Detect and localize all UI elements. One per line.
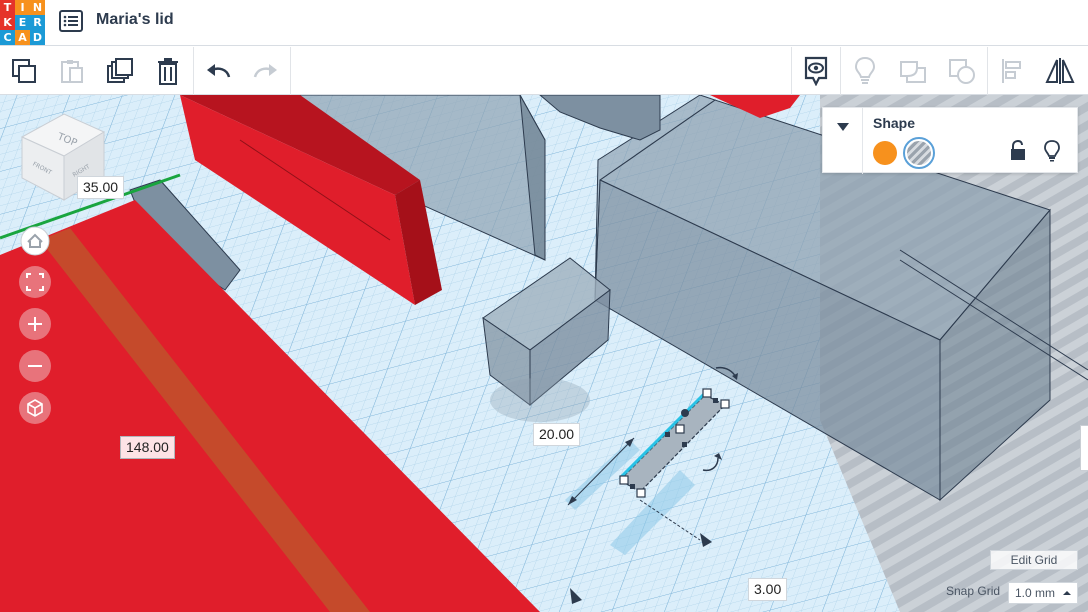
snap-grid-value: 1.0 mm [1015, 586, 1056, 600]
undo-button[interactable] [194, 47, 242, 95]
light-button[interactable] [841, 47, 889, 95]
zoom-out-button[interactable] [19, 350, 51, 382]
edit-grid-button[interactable]: Edit Grid [990, 550, 1078, 570]
snap-grid-label: Snap Grid [946, 584, 1001, 598]
shape-inspector: Shape [822, 107, 1078, 174]
fit-view-icon [26, 273, 44, 291]
mirror-icon [1045, 58, 1075, 84]
group-button[interactable] [889, 47, 937, 95]
zoom-in-button[interactable] [19, 308, 51, 340]
document-title[interactable]: Maria's lid [96, 11, 174, 29]
dimension-label-width[interactable]: 3.00 [748, 578, 788, 601]
align-icon [1002, 59, 1021, 83]
solid-color-swatch[interactable] [873, 141, 897, 165]
bulb-icon[interactable] [1043, 140, 1061, 162]
tinkercad-logo[interactable]: TINKERCAD [0, 0, 46, 46]
home-icon [20, 226, 50, 256]
inspector-title: Shape [873, 115, 916, 131]
logo-letter: K [0, 15, 15, 30]
dimension-label-length[interactable]: 20.00 [533, 423, 581, 446]
dimension-label-active[interactable]: 148.00 [120, 436, 175, 459]
mirror-button[interactable] [1036, 47, 1084, 95]
ortho-view-button[interactable] [19, 392, 51, 424]
undo-icon [207, 64, 231, 78]
group-icon [900, 61, 926, 83]
chevron-down-icon [836, 123, 849, 131]
delete-icon [158, 58, 178, 85]
redo-icon [253, 64, 277, 78]
snap-grid-select[interactable]: 1.0 mm [1008, 582, 1078, 604]
logo-letter: N [30, 0, 45, 15]
hole-swatch[interactable] [903, 137, 935, 169]
ungroup-icon [949, 59, 975, 84]
align-button[interactable] [988, 47, 1036, 95]
list-icon[interactable] [59, 10, 83, 32]
logo-letter: C [0, 30, 15, 45]
ungroup-button[interactable] [938, 47, 986, 95]
inspector-collapse-button[interactable] [823, 108, 863, 174]
side-panel-toggle[interactable] [1080, 425, 1088, 471]
header-bar: TINKERCAD Maria's lid [0, 0, 1088, 46]
paste-button[interactable] [47, 47, 95, 95]
duplicate-button[interactable] [96, 47, 144, 95]
logo-letter: D [30, 30, 45, 45]
minus-icon [28, 365, 42, 367]
bulb-icon [854, 56, 876, 84]
dimension-label[interactable]: 35.00 [77, 176, 125, 199]
copy-icon [12, 59, 36, 83]
duplicate-icon [107, 58, 133, 83]
redo-button[interactable] [242, 47, 290, 95]
logo-letter: E [15, 15, 30, 30]
delete-button[interactable] [144, 47, 192, 95]
show-hide-icon [804, 56, 828, 86]
home-view-button[interactable] [19, 225, 51, 257]
cube-icon [27, 399, 43, 417]
logo-letter: I [15, 0, 30, 15]
toolbar [0, 47, 1088, 95]
logo-letter: A [15, 30, 30, 45]
show-hide-button[interactable] [792, 47, 840, 95]
plus-icon [28, 317, 42, 331]
lock-icon[interactable] [1009, 140, 1027, 162]
logo-letter: T [0, 0, 15, 15]
fit-view-button[interactable] [19, 266, 51, 298]
logo-letter: R [30, 15, 45, 30]
toolbar-separator [290, 47, 291, 95]
paste-icon [61, 60, 83, 83]
dropdown-arrow-icon [1063, 591, 1071, 595]
copy-button[interactable] [0, 47, 48, 95]
